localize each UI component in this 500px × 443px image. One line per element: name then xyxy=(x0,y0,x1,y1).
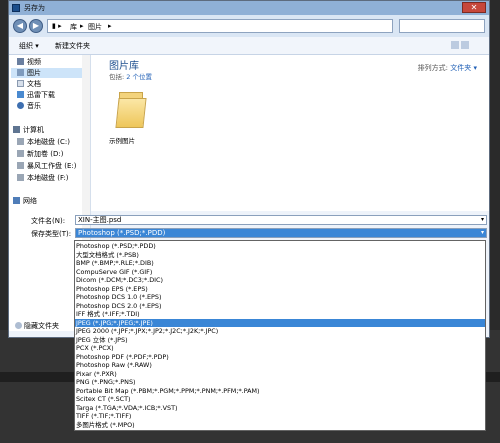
filetype-option[interactable]: Photoshop EPS (*.EPS) xyxy=(75,285,485,293)
filetype-option[interactable]: PNG (*.PNG;*.PNS) xyxy=(75,378,485,386)
filetype-option[interactable]: Dicom (*.DCM;*.DC3;*.DIC) xyxy=(75,276,485,284)
document-icon xyxy=(17,80,24,87)
filetype-option[interactable]: JPEG 立体 (*.JPS) xyxy=(75,336,485,344)
organize-button[interactable]: 组织 ▾ xyxy=(19,41,39,51)
new-folder-button[interactable]: 新建文件夹 xyxy=(55,41,90,51)
search-input[interactable] xyxy=(399,19,485,33)
filetype-option[interactable]: Photoshop DCS 1.0 (*.EPS) xyxy=(75,293,485,301)
view-icon[interactable] xyxy=(451,41,459,49)
filetype-option[interactable]: BMP (*.BMP;*.RLE;*.DIB) xyxy=(75,259,485,267)
filetype-option[interactable]: Scitex CT (*.SCT) xyxy=(75,395,485,403)
filetype-option[interactable]: Photoshop DCS 2.0 (*.EPS) xyxy=(75,302,485,310)
breadcrumb-separator-icon: ▸ xyxy=(108,22,112,30)
back-button[interactable]: ◀ xyxy=(13,19,27,33)
address-input[interactable]: ▮ ▸ 库 ▸ 图片 ▸ xyxy=(47,19,393,33)
sidebar-item-drive-c[interactable]: 本地磁盘 (C:) xyxy=(17,137,70,147)
filetype-select[interactable]: Photoshop (*.PSD;*.PDD) ▾ xyxy=(75,228,487,238)
arrange-by-dropdown[interactable]: 文件夹 ▾ xyxy=(450,64,477,72)
folder-icon[interactable] xyxy=(115,88,147,128)
sidebar-item-documents[interactable]: 文档 xyxy=(17,79,41,89)
sidebar-item-network[interactable]: 网络 xyxy=(13,196,37,206)
forward-button[interactable]: ▶ xyxy=(29,19,43,33)
hide-folders-button[interactable]: 隐藏文件夹 xyxy=(15,321,59,331)
filetype-option[interactable]: 多图片格式 (*.MPO) xyxy=(75,421,485,429)
window-title: 另存为 xyxy=(24,4,45,12)
drive-icon xyxy=(17,174,24,181)
music-icon xyxy=(17,102,24,109)
sidebar-item-music[interactable]: 音乐 xyxy=(17,101,41,111)
library-includes: 包括: 2 个位置 xyxy=(109,73,152,81)
filetype-option[interactable]: IFF 格式 (*.IFF;*.TDI) xyxy=(75,310,485,318)
breadcrumb-library[interactable]: 库 xyxy=(70,22,77,32)
filename-input[interactable]: XIN-主图.psd ▾ xyxy=(75,215,487,225)
filetype-option[interactable]: Photoshop Raw (*.RAW) xyxy=(75,361,485,369)
network-icon xyxy=(13,197,20,204)
close-button[interactable]: ✕ xyxy=(462,2,486,13)
download-icon xyxy=(17,91,24,98)
library-icon: ▮ ▸ xyxy=(52,22,62,30)
sidebar-item-drive-e[interactable]: 暴风工作盘 (E:) xyxy=(17,161,76,171)
breadcrumb-pictures[interactable]: 图片 xyxy=(88,22,102,32)
filetype-option[interactable]: Pixar (*.PXR) xyxy=(75,370,485,378)
file-list-pane: 图片库 包括: 2 个位置 排列方式: 文件夹 ▾ 示例图片 xyxy=(91,55,489,211)
sidebar-item-computer[interactable]: 计算机 xyxy=(13,125,44,135)
filetype-option[interactable]: JPEG 2000 (*.JPF;*.JPX;*.JP2;*.J2C;*.J2K… xyxy=(75,327,485,335)
picture-icon xyxy=(17,69,24,76)
arrange-by: 排列方式: 文件夹 ▾ xyxy=(417,64,477,72)
filename-label: 文件名(N): xyxy=(31,217,66,225)
chevron-down-icon[interactable]: ▾ xyxy=(481,216,484,224)
filetype-option[interactable]: JPEG (*.JPG;*.JPEG;*.JPE) xyxy=(75,318,485,327)
sidebar-item-drive-f[interactable]: 本地磁盘 (F:) xyxy=(17,173,69,183)
filetype-option[interactable]: TIFF (*.TIF;*.TIFF) xyxy=(75,412,485,420)
filetype-option[interactable]: 大型文档格式 (*.PSB) xyxy=(75,251,485,259)
drive-icon xyxy=(17,150,24,157)
photoshop-app-icon xyxy=(12,4,20,12)
filetype-option[interactable]: Photoshop (*.PSD;*.PDD) xyxy=(75,242,485,250)
address-bar: ◀ ▶ ▮ ▸ 库 ▸ 图片 ▸ xyxy=(9,15,489,37)
filetype-dropdown-list: Photoshop (*.PSD;*.PDD) 大型文档格式 (*.PSB) BMP… xyxy=(74,240,486,431)
chevron-up-icon xyxy=(15,322,22,329)
filetype-label: 保存类型(T): xyxy=(31,230,72,238)
computer-icon xyxy=(13,126,20,133)
filetype-option[interactable]: Targa (*.TGA;*.VDA;*.ICB;*.VST) xyxy=(75,404,485,412)
library-title: 图片库 xyxy=(109,61,139,72)
help-icon[interactable] xyxy=(461,41,469,49)
filetype-option[interactable]: PCX (*.PCX) xyxy=(75,344,485,352)
sidebar-item-drive-d[interactable]: 新加卷 (D:) xyxy=(17,149,63,159)
drive-icon xyxy=(17,162,24,169)
breadcrumb-separator-icon: ▸ xyxy=(80,22,84,30)
locations-link[interactable]: 2 个位置 xyxy=(126,73,152,81)
chevron-down-icon[interactable]: ▾ xyxy=(481,229,484,237)
sidebar-item-pictures[interactable]: 图片 xyxy=(11,68,85,78)
drive-icon xyxy=(17,138,24,145)
filetype-option[interactable]: Photoshop PDF (*.PDF;*.PDP) xyxy=(75,353,485,361)
sidebar-item-thunder-downloads[interactable]: 迅雷下载 xyxy=(17,90,55,100)
title-bar: 另存为 ✕ xyxy=(9,1,489,15)
video-icon xyxy=(17,58,24,65)
filetype-option[interactable]: Portable Bit Map (*.PBM;*.PGM;*.PPM;*.PN… xyxy=(75,387,485,395)
filetype-option[interactable]: CompuServe GIF (*.GIF) xyxy=(75,268,485,276)
command-toolbar: 组织 ▾ 新建文件夹 xyxy=(9,37,489,55)
view-options[interactable] xyxy=(449,41,479,51)
sidebar-item-videos[interactable]: 视频 xyxy=(17,57,41,67)
save-fields: 文件名(N): XIN-主图.psd ▾ 保存类型(T): Photoshop (… xyxy=(9,213,489,243)
folder-label[interactable]: 示例图片 xyxy=(109,135,135,145)
